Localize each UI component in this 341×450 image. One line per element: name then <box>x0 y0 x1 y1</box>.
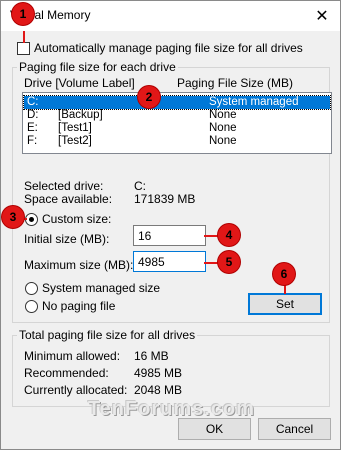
drive-letter: C: <box>27 96 39 108</box>
space-available-label: Space available: <box>24 192 113 206</box>
drive-volume-label: [Test2] <box>58 135 92 147</box>
custom-size-label: Custom size: <box>42 212 112 226</box>
callout-badge-4: 4 <box>218 224 240 246</box>
total-group-title: Total paging file size for all drives <box>17 328 198 342</box>
no-paging-file-radio[interactable] <box>25 300 38 313</box>
space-available-value: 171839 MB <box>134 192 196 206</box>
initial-size-input[interactable]: 16 <box>133 225 206 246</box>
callout-badge-1: 1 <box>12 3 34 25</box>
maximum-size-label: Maximum size (MB): <box>24 258 134 272</box>
drive-row-c[interactable]: C: System managed <box>23 95 331 110</box>
drive-letter: D: <box>27 109 39 121</box>
callout-badge-5: 5 <box>218 251 240 273</box>
drive-volume-label: [Test1] <box>58 122 92 134</box>
drive-column-header: Drive [Volume Label] <box>24 76 135 90</box>
ok-button[interactable]: OK <box>178 418 251 440</box>
cancel-button[interactable]: Cancel <box>258 418 331 440</box>
close-icon: ✕ <box>315 8 329 25</box>
system-managed-label: System managed size <box>42 281 161 295</box>
callout-1-pointer <box>23 31 25 43</box>
close-button[interactable]: ✕ <box>304 1 340 31</box>
minimum-allowed-value: 16 MB <box>134 349 169 363</box>
selected-drive-label: Selected drive: <box>24 179 104 193</box>
currently-allocated-label: Currently allocated: <box>24 383 128 397</box>
callout-badge-6: 6 <box>273 263 295 285</box>
currently-allocated-value: 2048 MB <box>134 383 183 397</box>
drive-paging-size: None <box>209 122 237 134</box>
drive-paging-size: None <box>209 135 237 147</box>
recommended-value: 4985 MB <box>134 366 183 380</box>
drive-volume-label: [Backup] <box>58 109 103 121</box>
selected-drive-value: C: <box>134 179 146 193</box>
minimum-allowed-label: Minimum allowed: <box>24 349 121 363</box>
drive-row-e[interactable]: E: [Test1] None <box>24 122 330 135</box>
recommended-label: Recommended: <box>24 366 109 380</box>
drive-listbox[interactable]: C: System managed D: [Backup] None E: [T… <box>22 92 332 154</box>
no-paging-file-label: No paging file <box>42 299 116 313</box>
maximum-size-input[interactable]: 4985 <box>133 251 206 272</box>
drive-row-d[interactable]: D: [Backup] None <box>24 109 330 122</box>
title-bar: Virtual Memory ✕ <box>1 1 340 31</box>
callout-badge-2: 2 <box>138 86 160 108</box>
drive-row-f[interactable]: F: [Test2] None <box>24 135 330 148</box>
size-column-header: Paging File Size (MB) <box>177 76 294 90</box>
initial-size-label: Initial size (MB): <box>24 232 110 246</box>
set-button[interactable]: Set <box>248 293 322 315</box>
drive-letter: F: <box>27 135 38 147</box>
virtual-memory-dialog: Virtual Memory ✕ Automatically manage pa… <box>0 0 341 450</box>
callout-badge-3: 3 <box>2 206 24 228</box>
paging-group-title: Paging file size for each drive <box>17 60 178 74</box>
auto-manage-checkbox[interactable] <box>17 42 30 55</box>
system-managed-radio[interactable] <box>25 282 38 295</box>
drive-paging-size: System managed <box>209 96 299 108</box>
drive-paging-size: None <box>209 109 237 121</box>
drive-letter: E: <box>27 122 38 134</box>
auto-manage-label: Automatically manage paging file size fo… <box>34 41 303 55</box>
